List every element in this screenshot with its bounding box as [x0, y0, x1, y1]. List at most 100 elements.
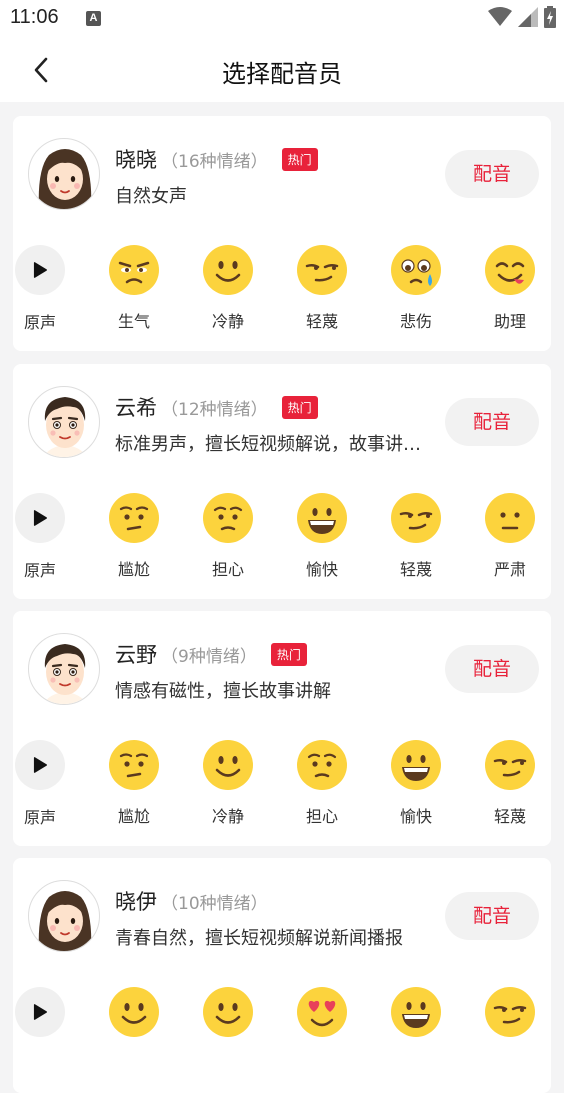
voice-description: 标准男声，擅长短视频解说，故事讲…: [115, 434, 421, 455]
emotion-option[interactable]: 担心: [188, 492, 268, 580]
emotion-label: 轻蔑: [305, 312, 338, 331]
tongue-face-icon: [484, 244, 536, 296]
emotion-label: 轻蔑: [493, 807, 526, 826]
smirk-face-icon: [296, 244, 348, 296]
emotion-label: 担心: [211, 560, 244, 579]
grin-face-icon: [390, 986, 442, 1038]
dub-button[interactable]: 配音: [445, 892, 539, 940]
emotion-list: [13, 986, 551, 1082]
emotion-label: 原声: [23, 808, 56, 827]
emotion-option[interactable]: 悲伤: [376, 244, 456, 332]
emotion-option[interactable]: 尴尬: [94, 492, 174, 580]
emotion-option[interactable]: 严肃: [470, 492, 550, 580]
worried-face-icon: [202, 492, 254, 544]
calm-face-icon: [202, 244, 254, 296]
voice-card[interactable]: 晓晓 （16种情绪） 热门 自然女声 配音 原声 生气 冷静 轻蔑 悲伤 助理: [13, 116, 551, 351]
voice-name: 云希: [115, 396, 157, 420]
emotion-label: 原声: [23, 561, 56, 580]
emotion-label: 生气: [117, 312, 150, 331]
awkward-face-icon: [108, 492, 160, 544]
emotion-option[interactable]: 愉快: [376, 739, 456, 827]
emotion-option[interactable]: 生气: [94, 244, 174, 332]
voice-name-row: 云希 （12种情绪） 热门: [115, 392, 318, 422]
voice-card[interactable]: 晓伊 （10种情绪） 青春自然，擅长短视频解说新闻播报 配音: [13, 858, 551, 1093]
signal-icon: [518, 7, 538, 27]
emotion-label: 尴尬: [117, 560, 150, 579]
emotion-option[interactable]: 轻蔑: [376, 492, 456, 580]
serious-face-icon: [484, 492, 536, 544]
status-icons: [488, 6, 556, 28]
emotion-label: 原声: [23, 313, 56, 332]
page-title: 选择配音员: [222, 60, 342, 88]
emotion-option[interactable]: 助理: [470, 244, 550, 332]
battery-icon: [544, 6, 556, 28]
emotion-option[interactable]: [94, 986, 174, 1038]
smirk-face-icon: [484, 986, 536, 1038]
hot-badge: 热门: [270, 642, 307, 666]
hot-badge: 热门: [281, 395, 318, 419]
avatar: [28, 386, 100, 458]
voice-card[interactable]: 云野 （9种情绪） 热门情感有磁性，擅长故事讲解 配音原声 尴尬 冷静 担心 愉快 轻蔑: [13, 611, 551, 846]
emotion-option[interactable]: 轻蔑: [470, 739, 550, 827]
play-icon: [14, 245, 66, 297]
calm-face-icon: [202, 986, 254, 1038]
voice-name: 晓晓: [115, 148, 157, 172]
status-bar: 11:06 A: [0, 0, 564, 38]
voice-description: 情感有磁性，擅长故事讲解: [115, 681, 331, 702]
emotion-list: 原声 生气 冷静 轻蔑 悲伤 助理: [13, 244, 551, 340]
emotion-label: 尴尬: [117, 807, 150, 826]
original-voice-button[interactable]: [13, 986, 80, 1039]
emotion-option[interactable]: 轻蔑: [282, 244, 362, 332]
sad-face-icon: [390, 244, 442, 296]
emotion-count: （16种情绪）: [161, 151, 268, 172]
emotion-label: 助理: [493, 312, 526, 331]
avatar: [28, 138, 100, 210]
emotion-option[interactable]: [188, 986, 268, 1038]
emotion-count: （9种情绪）: [161, 646, 257, 667]
emotion-option[interactable]: 尴尬: [94, 739, 174, 827]
nav-bar: 选择配音员: [0, 38, 564, 102]
play-icon: [14, 987, 66, 1039]
emotion-option[interactable]: 冷静: [188, 739, 268, 827]
notification-a-icon: A: [86, 11, 101, 26]
original-voice-button[interactable]: 原声: [13, 492, 80, 581]
emotion-option[interactable]: 担心: [282, 739, 362, 827]
awkward-face-icon: [108, 739, 160, 791]
dub-button[interactable]: 配音: [445, 150, 539, 198]
voice-name: 云野: [115, 643, 157, 667]
avatar: [28, 633, 100, 705]
emotion-option[interactable]: [376, 986, 456, 1038]
voice-description: 青春自然，擅长短视频解说新闻播报: [115, 928, 403, 949]
angry-face-icon: [108, 244, 160, 296]
grin-face-icon: [390, 739, 442, 791]
emotion-label: 冷静: [211, 807, 244, 826]
emotion-option[interactable]: 冷静: [188, 244, 268, 332]
original-voice-button[interactable]: 原声: [13, 739, 80, 828]
emotion-option[interactable]: [470, 986, 550, 1038]
avatar: [28, 880, 100, 952]
play-icon: [14, 740, 66, 792]
voice-name: 晓伊: [115, 890, 157, 914]
emotion-option[interactable]: 愉快: [282, 492, 362, 580]
voice-name-row: 晓伊 （10种情绪）: [115, 886, 268, 916]
emotion-label: 轻蔑: [399, 560, 432, 579]
voice-name-row: 云野 （9种情绪） 热门: [115, 639, 307, 669]
emotion-option[interactable]: [282, 986, 362, 1038]
status-time: 11:06: [10, 6, 59, 28]
dub-button[interactable]: 配音: [445, 398, 539, 446]
emotion-list: 原声 尴尬 担心 愉快 轻蔑 严肃: [13, 492, 551, 588]
dub-button[interactable]: 配音: [445, 645, 539, 693]
smirk-face-icon: [390, 492, 442, 544]
original-voice-button[interactable]: 原声: [13, 244, 80, 333]
smirk-face-icon: [484, 739, 536, 791]
calm-face-icon: [202, 739, 254, 791]
voice-card[interactable]: 云希 （12种情绪） 热门标准男声，擅长短视频解说，故事讲… 配音原声 尴尬 担心 愉快 轻蔑…: [13, 364, 551, 599]
emotion-list: 原声 尴尬 冷静 担心 愉快 轻蔑: [13, 739, 551, 835]
calm-face-icon: [108, 986, 160, 1038]
heart-eyes-face-icon: [296, 986, 348, 1038]
emotion-label: 愉快: [399, 807, 432, 826]
hot-badge: 热门: [281, 147, 318, 171]
worried-face-icon: [296, 739, 348, 791]
emotion-label: 冷静: [211, 312, 244, 331]
voice-name-row: 晓晓 （16种情绪） 热门: [115, 144, 318, 174]
